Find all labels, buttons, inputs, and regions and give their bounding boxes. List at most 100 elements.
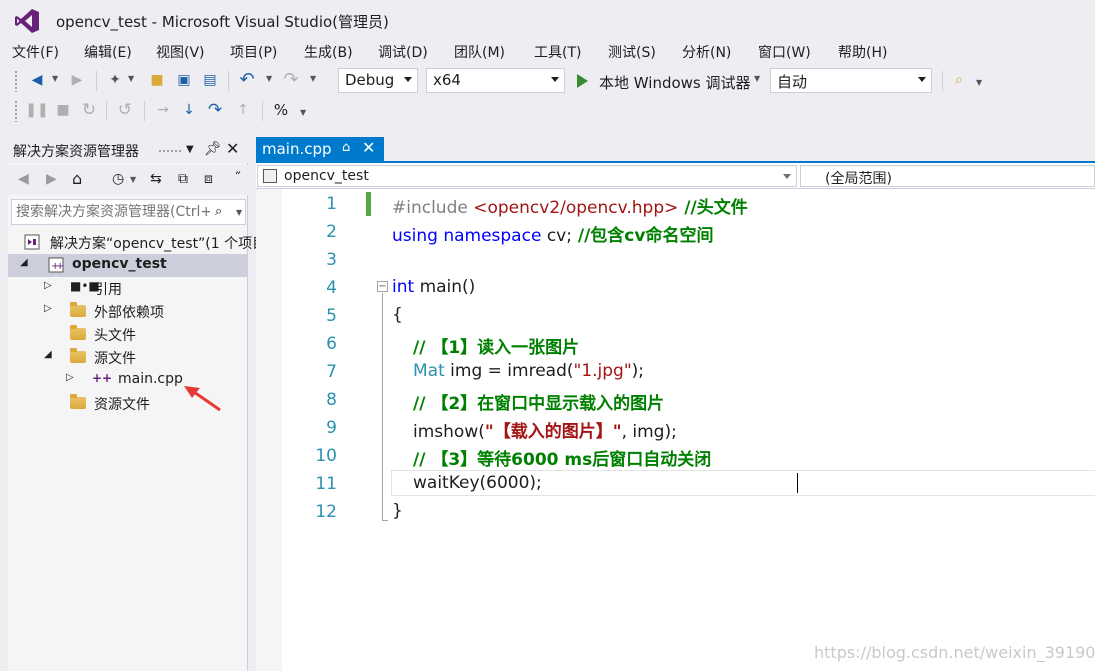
expand-arrow-icon[interactable]: ▷ [44,280,52,291]
auto-select[interactable]: 自动 [770,68,932,93]
stop-icon[interactable]: ■ [54,101,72,119]
collapse-arrow-icon[interactable]: ◢ [44,349,52,360]
tree-item-external-dependencies[interactable]: ▷ 外部依赖项 [8,300,248,323]
step-over-icon[interactable]: ↷ [206,101,224,119]
forward-icon[interactable]: ▶ [68,71,86,89]
toolbar-separator [106,101,107,121]
toolbar-grip[interactable] [14,70,18,92]
code-token: img = imread( [444,361,574,381]
toolbar-separator [144,101,145,121]
toolbar-overflow-icon[interactable]: ▼ [976,78,982,87]
panel-drag-handle[interactable] [158,149,182,153]
line-number: 9 [326,418,337,438]
toolbar-overflow-icon[interactable]: ▼ [300,108,306,117]
code-token: } [392,501,403,521]
menu-edit[interactable]: 编辑(E) [84,42,132,62]
undo-icon[interactable]: ↶ [238,71,256,89]
pin-tab-icon[interactable]: ⌂ [342,140,350,155]
find-in-files-icon[interactable]: ⌕ [950,71,968,89]
panel-menu-icon[interactable]: ▼ [186,144,194,155]
tree-item-label: 头文件 [94,328,136,344]
forward-icon[interactable]: ▶ [46,171,57,187]
undo-dropdown-icon[interactable]: ▼ [266,74,272,83]
redo-dropdown-icon[interactable]: ▼ [310,74,316,83]
sync-icon[interactable]: ⇆ [150,171,162,187]
toolbar-separator [262,101,263,121]
project-dropdown[interactable]: opencv_test [257,165,797,187]
back-dropdown-icon[interactable]: ▼ [52,74,58,83]
new-project-dropdown-icon[interactable]: ▼ [128,74,134,83]
tree-item-label: 引用 [94,282,122,298]
platform-select[interactable]: x64 [426,68,565,93]
pause-icon[interactable]: ❚❚ [25,101,48,119]
code-line-1: #include <opencv2/opencv.hpp> //头文件 [392,193,748,218]
tree-item-project[interactable]: ◢ + + opencv_test [8,254,248,277]
back-icon[interactable]: ◀ [28,71,46,89]
back-icon[interactable]: ◀ [18,171,29,187]
pin-icon[interactable]: 📌︎ [204,141,222,157]
debug-toolbar: ❚❚ ■ ↻ ↺ → ↓ ↷ ↑ % ▼ [0,96,1095,126]
expand-arrow-icon[interactable]: ▷ [66,372,74,383]
restart-icon[interactable]: ↻ [80,101,98,119]
home-icon[interactable]: ⌂ [72,169,82,188]
menu-tools[interactable]: 工具(T) [534,42,581,62]
toolbar-grip[interactable] [14,100,18,122]
collapse-all-icon[interactable]: ⧉ [178,171,188,187]
apply-changes-icon[interactable]: ↺ [116,101,134,119]
close-tab-icon[interactable]: ✕ [362,138,375,157]
step-out-icon[interactable]: ↑ [234,101,252,119]
collapse-arrow-icon[interactable]: ◢ [20,257,28,268]
code-token: int [392,277,415,297]
show-all-files-icon[interactable]: ⧈ [204,171,213,187]
start-debug-icon[interactable] [577,74,588,88]
open-file-icon[interactable]: ■ [148,71,166,89]
save-all-icon[interactable]: ▤ [201,71,219,89]
code-line-2: using namespace cv; //包含cv命名空间 [392,221,713,246]
new-project-icon[interactable]: ✦ [106,71,124,89]
save-icon[interactable]: ▣ [175,71,193,89]
scope-dropdown[interactable]: (全局范围) [800,165,1095,187]
menu-test[interactable]: 测试(S) [608,42,656,62]
solution-search-input[interactable] [12,200,210,224]
tab-main-cpp[interactable]: main.cpp ⌂ ✕ [256,137,384,162]
show-next-statement-icon[interactable]: → [154,101,172,119]
solution-search-box[interactable]: ⌕ ▼ [11,199,246,225]
menu-project[interactable]: 项目(P) [230,42,277,62]
code-token: using [392,226,438,246]
code-token: //头文件 [678,198,748,218]
outline-collapse-icon[interactable]: − [377,281,388,292]
code-token: #include [392,198,474,218]
chevron-down-icon [918,77,926,82]
more-tools-icon[interactable]: ˝ [234,171,241,187]
tree-item-label: main.cpp [118,371,183,387]
search-options-dropdown-icon[interactable]: ▼ [236,208,242,217]
code-token: // 【2】在窗口中显示载入的图片 [413,394,665,414]
tab-label: main.cpp [262,140,332,158]
menu-build[interactable]: 生成(B) [304,42,353,62]
solution-explorer-title: 解决方案资源管理器 [13,144,139,160]
step-into-icon[interactable]: ↓ [180,101,198,119]
pending-changes-icon[interactable]: ◷ [112,171,124,187]
start-debugger-button[interactable]: 本地 Windows 调试器 [599,72,751,93]
menu-help[interactable]: 帮助(H) [838,42,887,62]
menu-debug[interactable]: 调试(D) [378,42,428,62]
expand-arrow-icon[interactable]: ▷ [44,303,52,314]
search-icon[interactable]: ⌕ [215,204,222,219]
tree-item-source-files[interactable]: ◢ 源文件 [8,346,248,369]
tree-item-solution[interactable]: 解决方案“opencv_test”(1 个项目) [8,231,272,254]
close-icon[interactable]: ✕ [226,139,239,158]
tree-item-references[interactable]: ▷ ■•■ 引用 [8,277,248,300]
debugger-dropdown-icon[interactable]: ▼ [754,74,760,83]
tree-item-header-files[interactable]: 头文件 [8,323,248,346]
code-editor[interactable]: 1 2 3 4 5 6 7 8 9 10 11 12 − #include <o… [256,189,1095,671]
menu-view[interactable]: 视图(V) [156,42,205,62]
menu-window[interactable]: 窗口(W) [758,42,811,62]
pending-changes-dropdown-icon[interactable]: ▼ [130,175,136,184]
menu-file[interactable]: 文件(F) [12,42,59,62]
redo-icon[interactable]: ↷ [282,71,300,89]
hex-display-icon[interactable]: % [272,101,290,119]
solution-config-select[interactable]: Debug [338,68,418,93]
menu-team[interactable]: 团队(M) [454,42,505,62]
project-dropdown-value: opencv_test [284,168,369,184]
menu-analyze[interactable]: 分析(N) [682,42,731,62]
